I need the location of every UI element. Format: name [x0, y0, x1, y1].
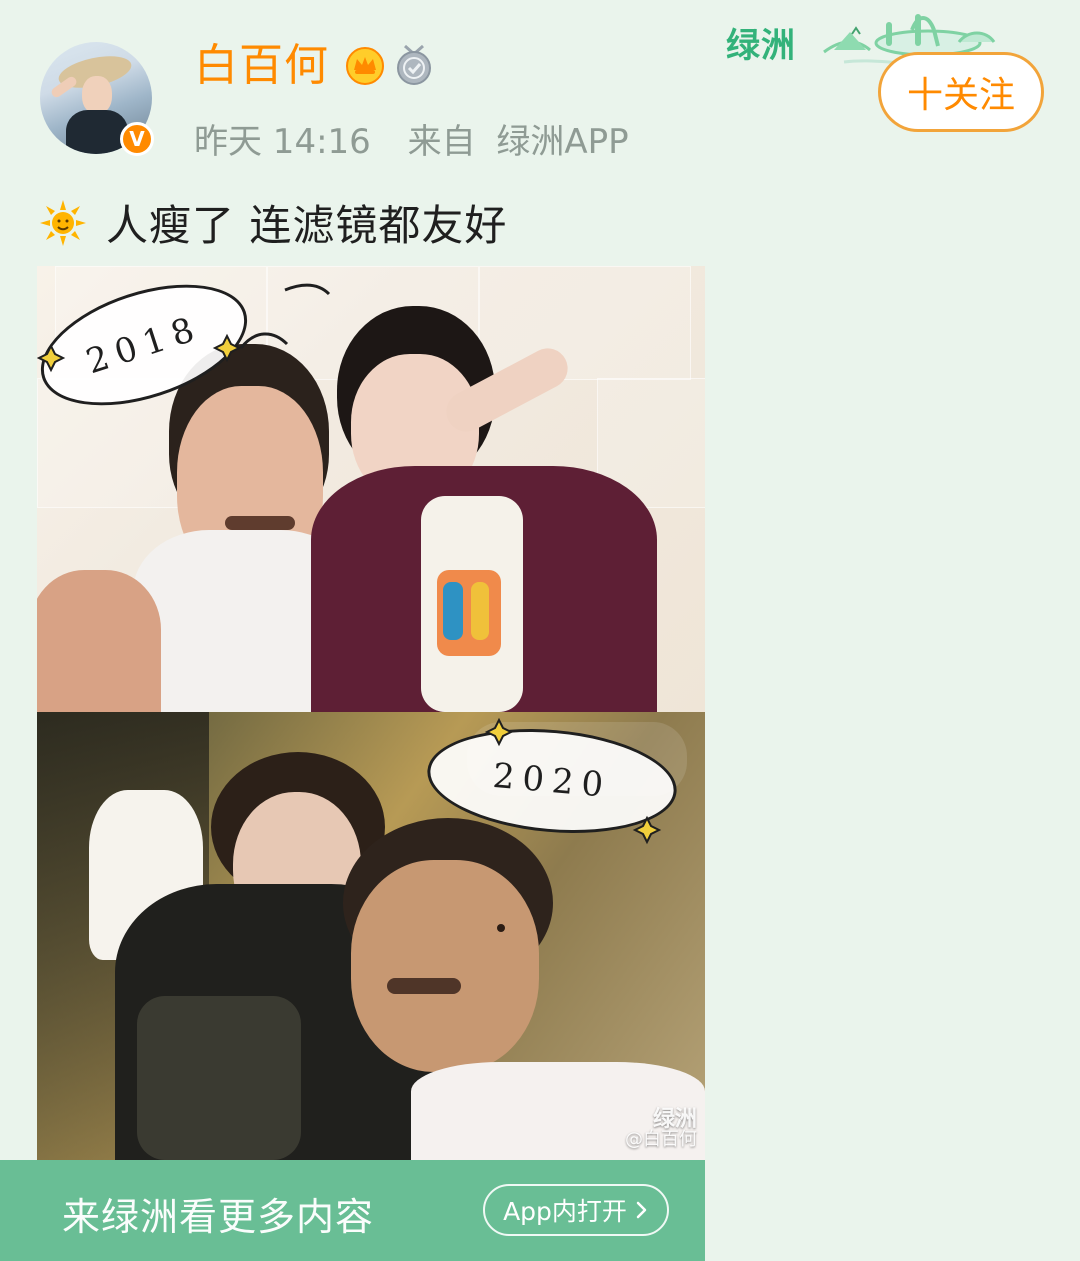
woman-2018	[295, 306, 685, 712]
source-prefix: 来自	[407, 122, 476, 162]
post-time: 昨天 14:16	[194, 122, 371, 162]
post-meta: 昨天 14:16 来自 绿洲APP	[194, 114, 629, 163]
brand-logo-text: 绿洲	[726, 26, 796, 66]
user-header: 白百何	[194, 44, 433, 88]
answer-badge-icon	[397, 44, 431, 85]
post-image[interactable]: 2018 2020 绿洲 @白百何	[37, 266, 705, 1160]
post-text: 人瘦了 连滤镜都友好	[106, 201, 508, 250]
post-text-row: 人瘦了 连滤镜都友好	[38, 192, 507, 253]
app-promo-banner[interactable]: 来绿洲看更多内容 App内打开	[0, 1160, 705, 1261]
source-name[interactable]: 绿洲APP	[496, 122, 628, 162]
image-watermark: 绿洲 @白百何	[625, 1107, 697, 1151]
sun-icon	[40, 199, 86, 246]
open-in-app-button[interactable]: App内打开	[483, 1184, 669, 1236]
avatar[interactable]: V	[40, 42, 156, 158]
vip-crown-icon	[346, 47, 384, 85]
follow-button[interactable]: 十关注	[878, 52, 1044, 132]
username[interactable]: 白百何	[194, 44, 329, 88]
weibo-post-screen: V 白百何 昨天 14:16 来自 绿洲APP 绿洲 十关注 人瘦了 连滤镜都友…	[0, 0, 1080, 1261]
chevron-right-icon	[636, 1201, 647, 1219]
verified-icon: V	[120, 122, 154, 156]
banner-text: 来绿洲看更多内容	[62, 1195, 375, 1239]
